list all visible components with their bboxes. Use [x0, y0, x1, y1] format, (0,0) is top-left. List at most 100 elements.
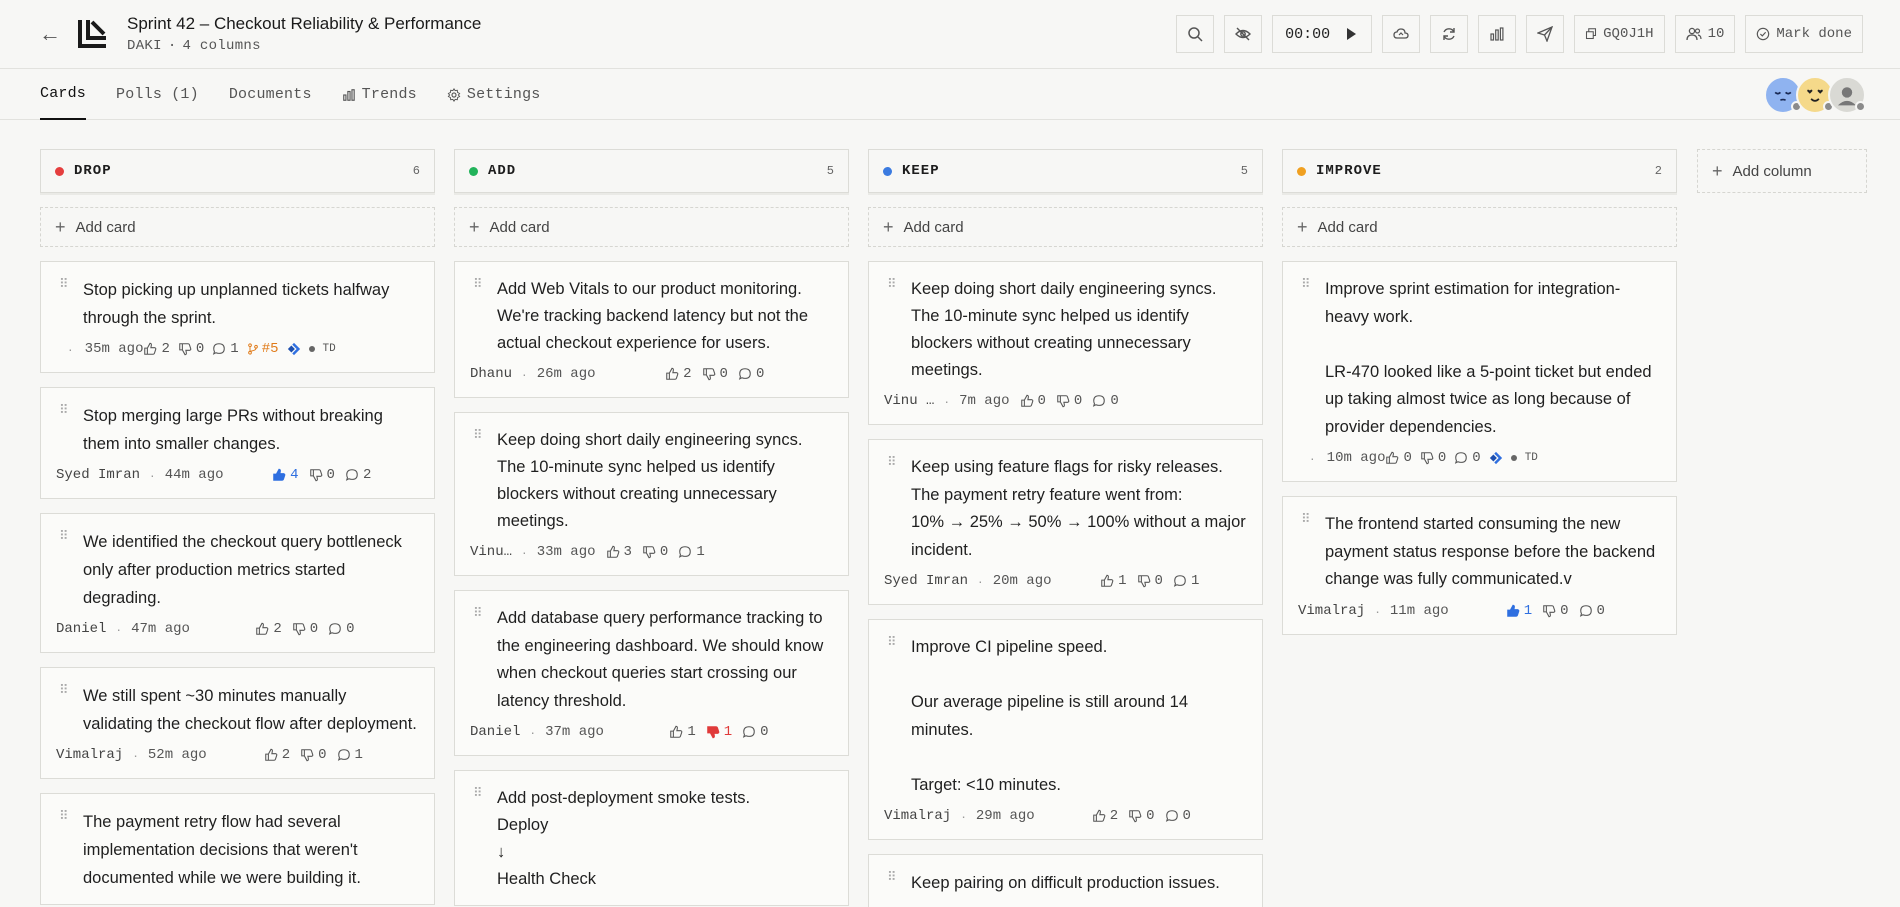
add-card-button[interactable]: + Add card	[454, 207, 849, 247]
tab-polls[interactable]: Polls (1)	[116, 70, 199, 120]
upvote-button[interactable]: 2	[665, 366, 692, 382]
upvote-button[interactable]: 2	[1092, 808, 1118, 824]
jira-icon[interactable]	[1489, 451, 1503, 465]
comments-button[interactable]: 0	[1579, 603, 1605, 619]
retro-card[interactable]: ⠿ Improve sprint estimation for integrat…	[1282, 261, 1677, 482]
tab-cards[interactable]: Cards	[40, 70, 87, 120]
back-arrow-icon[interactable]: ←	[38, 22, 62, 46]
downvote-button[interactable]: 0	[702, 366, 728, 382]
column-name: KEEP	[902, 163, 940, 179]
comments-button[interactable]: 0	[1454, 450, 1481, 466]
sync-cloud-button[interactable]	[1382, 15, 1421, 53]
column-header[interactable]: KEEP 5	[868, 149, 1263, 193]
retro-card[interactable]: ⠿ The payment retry flow had several imp…	[40, 793, 435, 905]
retro-card[interactable]: ⠿ We still spent ~30 minutes manually va…	[40, 667, 435, 779]
comment-icon	[345, 469, 358, 481]
drag-handle-icon[interactable]: ⠿	[887, 635, 897, 648]
search-button[interactable]	[1176, 15, 1215, 53]
drag-handle-icon[interactable]: ⠿	[59, 683, 69, 696]
refresh-button[interactable]	[1430, 15, 1469, 53]
retro-card[interactable]: ⠿ Add database query performance trackin…	[454, 590, 849, 756]
comments-button[interactable]: 0	[1165, 808, 1191, 824]
add-card-button[interactable]: + Add card	[40, 207, 435, 247]
participants-button[interactable]: 10	[1674, 15, 1736, 53]
retro-card[interactable]: ⠿ The frontend started consuming the new…	[1282, 496, 1677, 635]
drag-handle-icon[interactable]: ⠿	[887, 455, 897, 468]
stats-button[interactable]	[1478, 15, 1517, 53]
tab-trends[interactable]: Trends	[342, 70, 417, 120]
retro-card[interactable]: ⠿ Add Web Vitals to our product monitori…	[454, 261, 849, 398]
column-name: ADD	[488, 163, 517, 179]
drag-handle-icon[interactable]: ⠿	[473, 786, 483, 799]
mark-done-button[interactable]: Mark done	[1745, 15, 1863, 53]
drag-handle-icon[interactable]: ⠿	[473, 606, 483, 619]
upvote-button[interactable]: 1	[669, 724, 696, 740]
timer-control[interactable]: 00:00	[1272, 15, 1373, 53]
upvote-button[interactable]: 2	[143, 341, 170, 357]
card-author: Daniel	[470, 724, 521, 740]
upvote-button[interactable]: 2	[255, 621, 282, 637]
upvote-button[interactable]: 4	[272, 467, 299, 483]
downvote-button[interactable]: 0	[292, 621, 318, 637]
share-button[interactable]	[1526, 15, 1565, 53]
drag-handle-icon[interactable]: ⠿	[59, 529, 69, 542]
comments-button[interactable]: 1	[212, 341, 239, 357]
retro-card[interactable]: ⠿ Stop merging large PRs without breakin…	[40, 387, 435, 499]
downvote-button[interactable]: 0	[309, 467, 335, 483]
retro-card[interactable]: ⠿ Add post-deployment smoke tests. Deplo…	[454, 770, 849, 906]
upvote-button[interactable]: 0	[1385, 450, 1412, 466]
column-header[interactable]: DROP 6	[40, 149, 435, 193]
column-header[interactable]: ADD 5	[454, 149, 849, 193]
upvote-button[interactable]: 1	[1100, 573, 1127, 589]
retro-card[interactable]: ⠿ Keep doing short daily engineering syn…	[868, 261, 1263, 425]
upvote-button[interactable]: 1	[1506, 603, 1532, 619]
add-column-button[interactable]: + Add column	[1697, 149, 1867, 193]
downvote-button[interactable]: 0	[1542, 603, 1569, 619]
comments-button[interactable]: 1	[1173, 573, 1199, 589]
retro-card[interactable]: ⠿ We identified the checkout query bottl…	[40, 513, 435, 653]
comments-button[interactable]: 0	[738, 366, 764, 382]
downvote-button[interactable]: 0	[642, 544, 668, 560]
comments-button[interactable]: 0	[1092, 393, 1119, 409]
retro-card[interactable]: ⠿ Keep using feature flags for risky rel…	[868, 439, 1263, 605]
drag-handle-icon[interactable]: ⠿	[473, 428, 483, 441]
comments-button[interactable]: 2	[345, 467, 371, 483]
add-card-button[interactable]: + Add card	[868, 207, 1263, 247]
drag-handle-icon[interactable]: ⠿	[59, 277, 69, 290]
downvote-button[interactable]: 1	[706, 724, 732, 740]
room-code-button[interactable]: GQ0J1H	[1574, 15, 1665, 53]
downvote-button[interactable]: 0	[1137, 573, 1163, 589]
tab-settings[interactable]: Settings	[447, 70, 541, 120]
downvote-button[interactable]: 0	[1420, 450, 1446, 466]
downvote-button[interactable]: 0	[300, 747, 327, 763]
drag-handle-icon[interactable]: ⠿	[887, 277, 897, 290]
retro-card[interactable]: ⠿ Keep pairing on difficult production i…	[868, 854, 1263, 907]
downvote-button[interactable]: 0	[1128, 808, 1155, 824]
downvote-button[interactable]: 0	[1056, 393, 1082, 409]
avatar[interactable]	[1828, 76, 1866, 114]
drag-handle-icon[interactable]: ⠿	[1301, 277, 1311, 290]
hide-cards-button[interactable]	[1224, 15, 1263, 53]
upvote-button[interactable]: 3	[606, 544, 632, 560]
add-card-button[interactable]: + Add card	[1282, 207, 1677, 247]
drag-handle-icon[interactable]: ⠿	[59, 809, 69, 822]
play-icon[interactable]	[1343, 26, 1359, 42]
pull-request-link[interactable]: #5	[247, 341, 279, 357]
comments-button[interactable]: 1	[678, 544, 705, 560]
drag-handle-icon[interactable]: ⠿	[59, 403, 69, 416]
comments-button[interactable]: 0	[328, 621, 355, 637]
upvote-button[interactable]: 0	[1020, 393, 1046, 409]
upvote-button[interactable]: 2	[264, 747, 290, 763]
comments-button[interactable]: 0	[742, 724, 769, 740]
drag-handle-icon[interactable]: ⠿	[887, 870, 897, 883]
drag-handle-icon[interactable]: ⠿	[1301, 512, 1311, 525]
retro-card[interactable]: ⠿ Stop picking up unplanned tickets half…	[40, 261, 435, 373]
column-header[interactable]: IMPROVE 2	[1282, 149, 1677, 193]
downvote-button[interactable]: 0	[178, 341, 204, 357]
jira-icon[interactable]	[287, 342, 301, 356]
drag-handle-icon[interactable]: ⠿	[473, 277, 483, 290]
retro-card[interactable]: ⠿ Improve CI pipeline speed. Our average…	[868, 619, 1263, 840]
comments-button[interactable]: 1	[337, 747, 363, 763]
retro-card[interactable]: ⠿ Keep doing short daily engineering syn…	[454, 412, 849, 576]
tab-documents[interactable]: Documents	[229, 70, 312, 120]
